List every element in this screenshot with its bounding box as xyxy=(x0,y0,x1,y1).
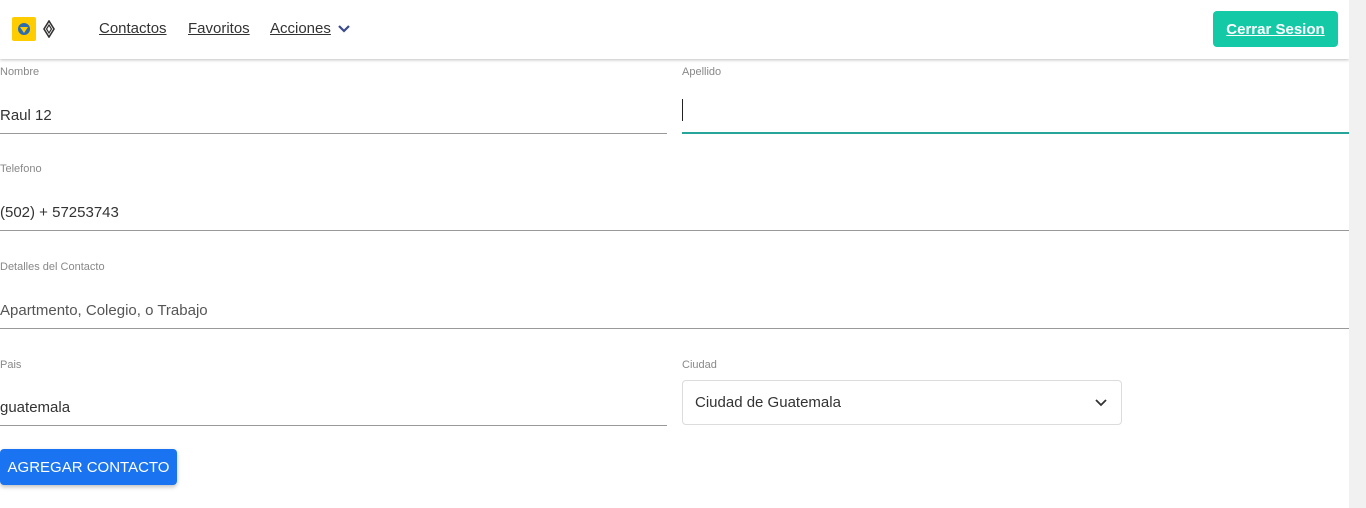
telefono-label: Telefono xyxy=(0,163,42,175)
nombre-label: Nombre xyxy=(0,66,40,78)
apellido-input[interactable] xyxy=(682,98,1349,134)
top-navbar: Contactos Favoritos Acciones Cerrar Sesi… xyxy=(0,0,1349,59)
nav-link-acciones[interactable]: Acciones xyxy=(270,20,331,37)
telefono-input[interactable] xyxy=(0,195,1349,231)
add-contact-button[interactable]: AGREGAR CONTACTO xyxy=(0,449,177,485)
vertical-scrollbar[interactable] xyxy=(1349,0,1366,508)
detalles-input[interactable] xyxy=(0,293,1349,329)
pais-input[interactable] xyxy=(0,390,667,426)
nav-link-favoritos[interactable]: Favoritos xyxy=(188,20,250,37)
ciudad-selected-value: Ciudad de Guatemala xyxy=(695,394,841,411)
detalles-label: Detalles del Contacto xyxy=(0,261,105,273)
text-caret xyxy=(682,99,683,121)
ciudad-select[interactable]: Ciudad de Guatemala xyxy=(682,380,1122,425)
pais-label: Pais xyxy=(0,359,22,371)
chevron-down-icon xyxy=(1095,399,1107,407)
logout-button[interactable]: Cerrar Sesion xyxy=(1213,11,1338,47)
ciudad-label: Ciudad xyxy=(682,359,717,371)
chevron-down-icon[interactable] xyxy=(337,24,351,34)
renault-diamond-icon xyxy=(43,20,55,38)
brand-logo-icon[interactable] xyxy=(12,17,36,41)
nombre-input[interactable] xyxy=(0,98,667,134)
apellido-label: Apellido xyxy=(682,66,722,78)
nav-link-contactos[interactable]: Contactos xyxy=(99,20,167,37)
